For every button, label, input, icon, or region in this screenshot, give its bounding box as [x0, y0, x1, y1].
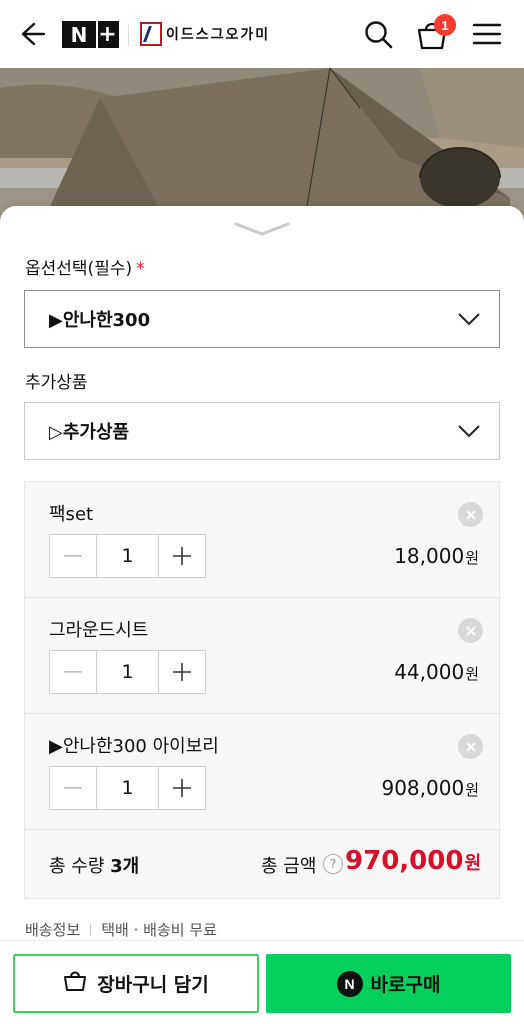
selected-item: 팩set 1 18,000원 [25, 482, 501, 598]
order-total: 총 수량 3개 총 금액 ? 970,000원 [25, 830, 501, 900]
quantity-stepper: 1 [49, 650, 206, 694]
cart-count-badge: 1 [434, 14, 456, 36]
logo-n: N [70, 22, 89, 47]
minus-icon[interactable] [50, 535, 96, 577]
currency-unit: 원 [465, 781, 479, 799]
item-price-value: 908,000 [381, 776, 465, 800]
naver-plus-logo[interactable]: N + [62, 21, 119, 48]
divider [90, 923, 92, 936]
required-mark: * [136, 259, 145, 279]
shipping-detail: 택배 · 배송비 무료 [101, 921, 217, 939]
logo-plus: + [96, 21, 118, 48]
top-header: N + 이드스그오가미 1 [0, 0, 524, 68]
naver-n-icon: N [336, 970, 363, 997]
addon-label: 추가상품 [25, 373, 88, 393]
store-brand-logo[interactable]: 이드스그오가미 [140, 21, 270, 47]
item-name: 팩set [49, 504, 94, 525]
plus-icon[interactable] [159, 767, 205, 809]
item-price: 44,000원 [394, 660, 479, 684]
minus-icon[interactable] [50, 651, 96, 693]
quantity-stepper: 1 [49, 766, 206, 810]
selected-items-box: 팩set 1 18,000원 그라운드시트 1 44,000원 ▶안나한300 … [24, 481, 501, 900]
total-amount-label: 총 금액 [261, 856, 317, 877]
brand-mark-icon [140, 22, 162, 46]
remove-item-icon[interactable] [458, 618, 483, 643]
selected-item: ▶안나한300 아이보리 1 908,000원 [25, 714, 501, 830]
sheet-collapse-icon[interactable] [232, 220, 292, 238]
addon-selected-value: ▷추가상품 [49, 422, 130, 443]
item-name: 그라운드시트 [49, 620, 149, 641]
quantity-value[interactable]: 1 [96, 651, 159, 693]
help-icon[interactable]: ? [323, 854, 343, 874]
option-selected-value: ▶안나한300 [49, 310, 151, 331]
addon-select[interactable]: ▷추가상품 [24, 402, 500, 460]
chevron-down-icon [457, 309, 481, 329]
add-to-cart-label: 장바구니 담기 [97, 974, 209, 996]
total-price-value: 970,000 [345, 846, 464, 876]
item-price: 18,000원 [394, 544, 479, 568]
option-sheet: 옵션선택(필수) * ▶안나한300 추가상품 ▷추가상품 팩set 1 18,0… [0, 206, 524, 946]
total-quantity: 총 수량 3개 [49, 852, 139, 878]
back-icon[interactable] [18, 20, 46, 48]
item-price-value: 18,000 [394, 544, 465, 568]
shipping-label: 배송정보 [25, 921, 81, 939]
total-price: 970,000원 [345, 846, 481, 876]
shipping-info: 배송정보 택배 · 배송비 무료 [25, 919, 217, 940]
menu-icon[interactable] [472, 20, 502, 48]
remove-item-icon[interactable] [458, 502, 483, 527]
shopping-bag-icon [63, 970, 87, 997]
item-price: 908,000원 [381, 776, 479, 800]
add-to-cart-button[interactable]: 장바구니 담기 [13, 954, 259, 1013]
option-label-text: 옵션선택(필수) [25, 259, 133, 279]
selected-item: 그라운드시트 1 44,000원 [25, 598, 501, 714]
currency-unit: 원 [465, 549, 479, 567]
minus-icon[interactable] [50, 767, 96, 809]
brand-name: 이드스그오가미 [166, 27, 271, 43]
currency-unit: 원 [465, 665, 479, 683]
quantity-value[interactable]: 1 [96, 535, 159, 577]
option-select[interactable]: ▶안나한300 [24, 290, 500, 348]
quantity-stepper: 1 [49, 534, 206, 578]
quantity-value[interactable]: 1 [96, 767, 159, 809]
header-divider [128, 24, 129, 46]
total-qty-value: 3개 [110, 856, 140, 877]
search-icon[interactable] [362, 18, 394, 50]
item-name: ▶안나한300 아이보리 [49, 736, 219, 757]
buy-now-label: 바로구매 [370, 974, 441, 996]
chevron-down-icon [457, 421, 481, 441]
plus-icon[interactable] [159, 651, 205, 693]
remove-item-icon[interactable] [458, 734, 483, 759]
buy-now-button[interactable]: N 바로구매 [266, 954, 511, 1013]
currency-unit: 원 [464, 853, 481, 874]
plus-icon[interactable] [159, 535, 205, 577]
bottom-action-bar: 장바구니 담기 N 바로구매 [0, 940, 524, 1024]
product-image [0, 68, 524, 228]
total-qty-label: 총 수량 [49, 856, 105, 877]
option-label: 옵션선택(필수) * [25, 254, 145, 279]
item-price-value: 44,000 [394, 660, 465, 684]
